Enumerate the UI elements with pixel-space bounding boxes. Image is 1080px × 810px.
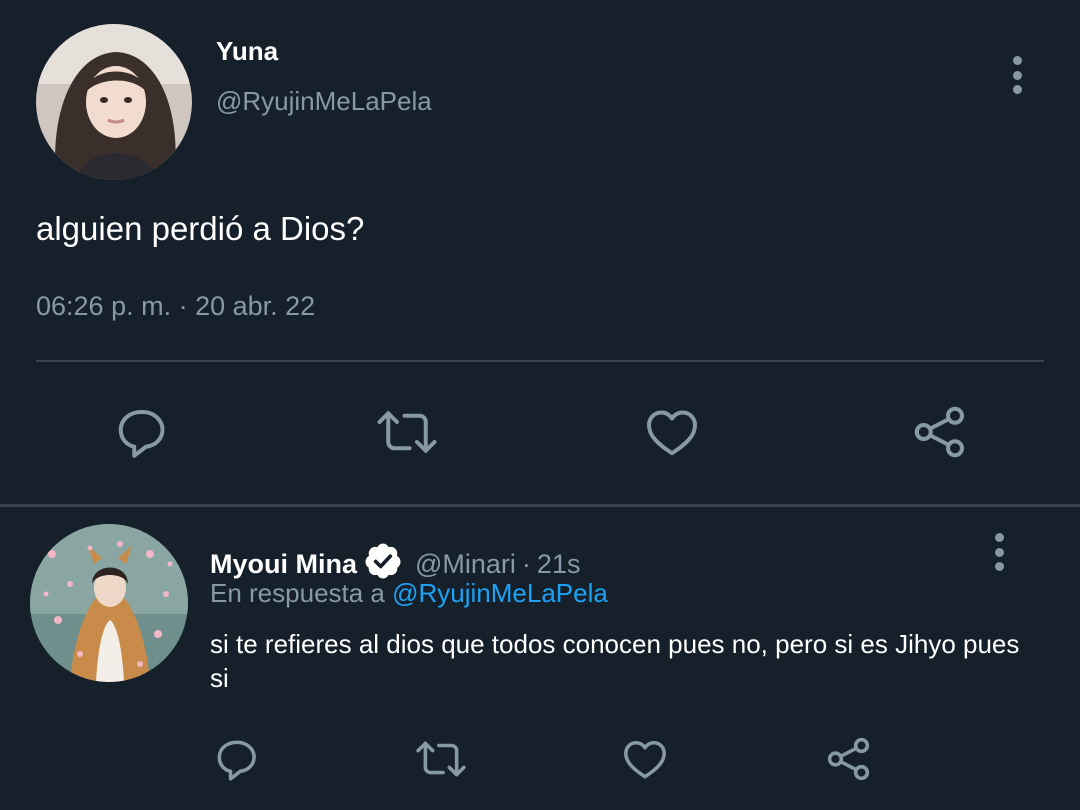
- in-reply-to-handle-link[interactable]: @RyujinMeLaPela: [392, 578, 608, 608]
- main-author-avatar[interactable]: [36, 24, 192, 180]
- divider: [36, 360, 1044, 362]
- reply-author-avatar[interactable]: [30, 524, 188, 682]
- section-divider: [0, 504, 1080, 507]
- share-icon: [827, 737, 870, 781]
- main-author-handle[interactable]: @RyujinMeLaPela: [216, 86, 432, 117]
- reply-button[interactable]: [110, 400, 174, 464]
- reply-separator: ·: [521, 549, 531, 579]
- reply-like-button[interactable]: [618, 732, 672, 786]
- tweet-detail-page: Yuna @RyujinMeLaPela alguien perdió a Di…: [0, 0, 1080, 810]
- reply-share-button[interactable]: [822, 732, 876, 786]
- share-button[interactable]: [908, 400, 972, 464]
- main-author-name[interactable]: Yuna: [216, 36, 278, 67]
- reply-retweet-button[interactable]: [412, 732, 470, 786]
- retweet-icon: [416, 741, 466, 777]
- reply-icon: [118, 410, 165, 458]
- reply-more-vertical-icon[interactable]: [987, 533, 1011, 571]
- reply-author-name[interactable]: Myoui Mina: [210, 549, 357, 580]
- in-reply-to-prefix: En respuesta a: [210, 578, 385, 608]
- more-vertical-icon[interactable]: [1005, 56, 1029, 94]
- retweet-icon: [377, 411, 437, 453]
- like-icon: [624, 740, 666, 779]
- main-tweet-text: alguien perdió a Dios?: [36, 210, 365, 247]
- reply-tweet-text: si te refieres al dios que todos conocen…: [210, 629, 1020, 693]
- share-icon: [914, 406, 964, 458]
- retweet-button[interactable]: [373, 400, 441, 464]
- main-tweet-timestamp[interactable]: 06:26 p. m. · 20 abr. 22: [36, 291, 315, 322]
- reply-author-handle[interactable]: @Minari: [415, 549, 516, 580]
- reply-icon: [217, 740, 256, 781]
- like-button[interactable]: [640, 400, 704, 464]
- like-icon: [647, 410, 697, 456]
- reply-reply-button[interactable]: [210, 732, 264, 786]
- in-reply-to: En respuesta a @RyujinMeLaPela: [210, 578, 608, 609]
- reply-timestamp[interactable]: 21s: [537, 549, 581, 580]
